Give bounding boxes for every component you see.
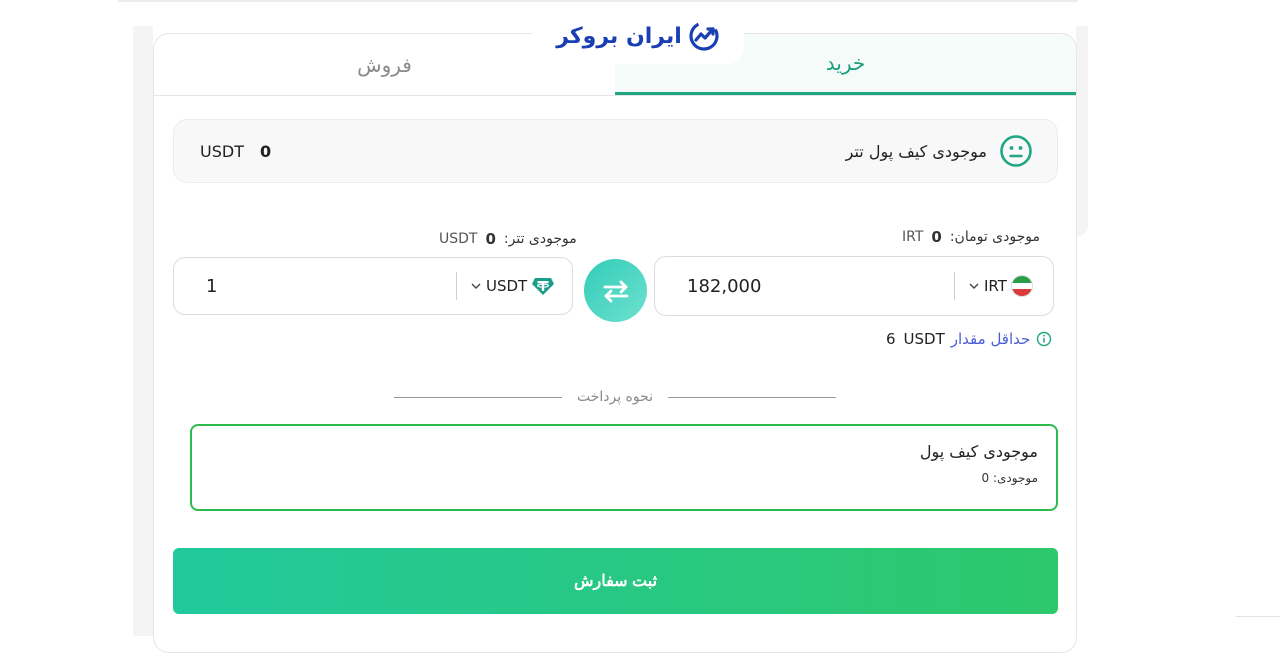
toman-balance-label: موجودی تومان: <box>949 229 1040 245</box>
brand-logo[interactable]: ایران بروکر <box>532 8 744 64</box>
payment-method-heading: نحوه پرداخت <box>576 389 654 405</box>
tether-balance-value: 0 <box>485 230 496 248</box>
min-amount-row: حداقل مقدار 6 USDT <box>886 330 1052 348</box>
iran-flag-icon <box>1010 275 1033 297</box>
min-amount-label: حداقل مقدار <box>950 330 1031 348</box>
wallet-balance-box: USDT 0 موجودی کیف پول تتر <box>173 119 1058 183</box>
left-panel-edge <box>133 26 153 636</box>
payment-option-wallet[interactable]: موجودی کیف پول موجودی: 0 <box>190 424 1058 511</box>
tether-balance-label: موجودی تتر: <box>503 231 577 247</box>
payment-method-divider: نحوه پرداخت <box>394 386 836 408</box>
wallet-title-group: موجودی کیف پول تتر <box>846 134 1033 168</box>
right-panel-edge <box>1076 26 1088 236</box>
logo-text: ایران بروکر <box>556 23 682 49</box>
irt-amount-field[interactable]: 182,000 IRT <box>654 256 1054 316</box>
min-amount-currency: USDT <box>903 330 945 348</box>
toman-balance-value: 0 <box>931 228 942 246</box>
payment-option-balance: موجودی: 0 <box>981 471 1038 485</box>
usdt-amount-field[interactable]: 1 USDT <box>173 257 573 315</box>
irt-currency-label: IRT <box>984 277 1007 295</box>
tether-balance-currency: USDT <box>439 231 478 247</box>
usdt-currency-select[interactable]: USDT <box>470 274 555 298</box>
tether-balance: موجودی تتر: 0 USDT <box>439 230 577 248</box>
toman-balance-currency: IRT <box>902 229 924 245</box>
toman-balance: موجودی تومان: 0 IRT <box>902 228 1040 246</box>
wallet-label: موجودی کیف پول تتر <box>845 141 987 161</box>
irt-field-divider <box>954 272 955 300</box>
irt-currency-select[interactable]: IRT <box>968 275 1033 297</box>
chevron-down-icon <box>471 283 481 289</box>
swap-arrows-icon <box>603 280 628 302</box>
corner-divider <box>1236 616 1280 617</box>
chevron-down-icon <box>969 283 979 289</box>
swap-button[interactable] <box>584 259 647 322</box>
tether-icon <box>532 278 555 295</box>
payment-option-title: موجودی کیف پول <box>919 442 1038 461</box>
irt-amount-value[interactable]: 182,000 <box>687 276 761 297</box>
usdt-field-divider <box>456 272 457 300</box>
wallet-value: 0 <box>259 141 272 161</box>
usdt-currency-label: USDT <box>486 277 528 295</box>
divider-line-left <box>394 396 562 398</box>
info-icon[interactable] <box>1036 331 1052 347</box>
neutral-face-icon <box>1000 135 1032 167</box>
top-divider <box>118 0 1078 2</box>
wallet-amount: USDT 0 <box>200 142 271 161</box>
divider-line-right <box>667 396 836 398</box>
min-amount-number: 6 <box>886 330 896 348</box>
usdt-amount-value[interactable]: 1 <box>206 276 217 297</box>
min-amount-value: 6 USDT <box>886 330 945 348</box>
submit-order-button[interactable]: ثبت سفارش <box>173 548 1058 614</box>
chart-growth-icon <box>689 21 719 51</box>
wallet-currency: USDT <box>200 141 244 161</box>
